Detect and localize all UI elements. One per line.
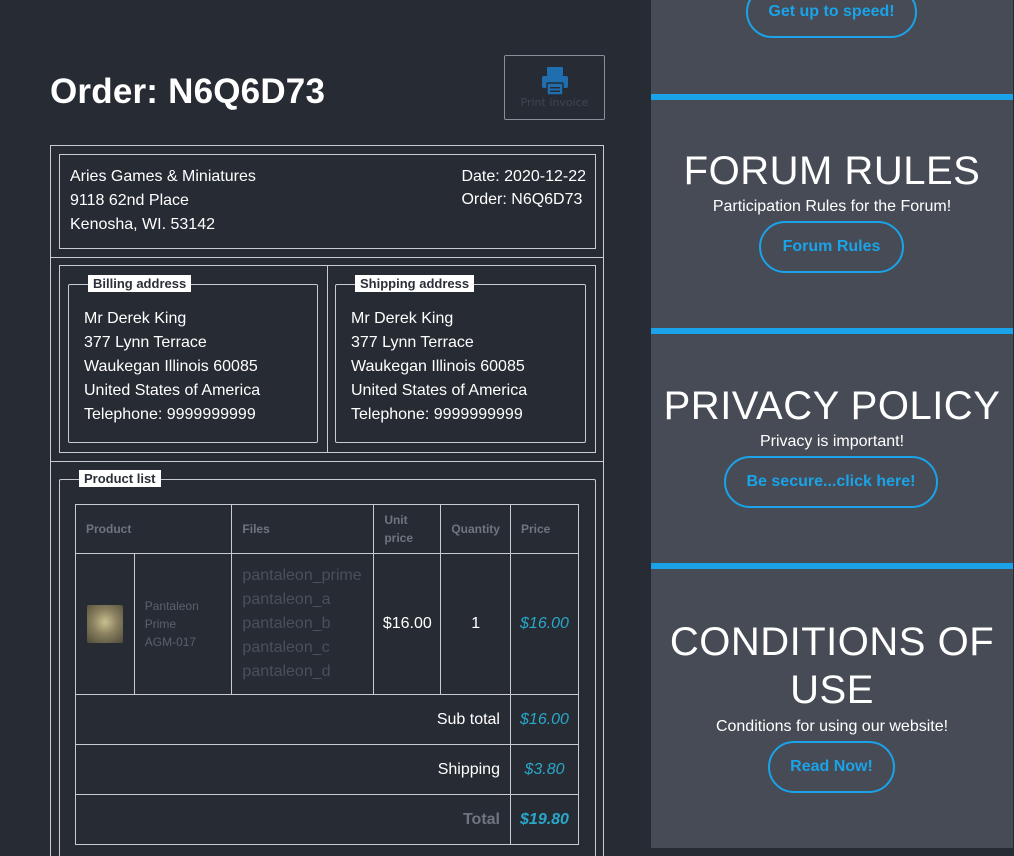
product-thumbnail-cell (75, 553, 135, 695)
file-link[interactable]: pantaleon_d (242, 660, 363, 684)
shop-name: Aries Games & Miniatures (70, 168, 256, 185)
conditions-title-line2: USE (790, 668, 874, 712)
file-link[interactable]: pantaleon_prime (242, 564, 363, 588)
section-separator (651, 94, 1013, 100)
section-separator (651, 328, 1013, 334)
get-up-to-speed-button[interactable]: Get up to speed! (746, 0, 917, 38)
billing-street: 377 Lynn Terrace (84, 334, 207, 351)
address-section: Billing address Mr Derek King 377 Lynn T… (59, 265, 596, 453)
read-now-button[interactable]: Read Now! (768, 741, 895, 793)
privacy-policy-subtitle: Privacy is important! (759, 433, 905, 450)
billing-address-legend: Billing address (88, 275, 192, 292)
conditions-title-line1: CONDITIONS OF (669, 620, 995, 664)
shipping-telephone: Telephone: 9999999999 (351, 406, 523, 423)
shipping-name: Mr Derek King (351, 310, 454, 327)
forum-rules-button[interactable]: Forum Rules (759, 221, 904, 273)
shop-city: Kenosha, WI. 53142 (70, 216, 215, 233)
shipping-row: Shipping $3.80 (75, 744, 580, 795)
shipping-label: Shipping (75, 744, 511, 795)
forum-rules-subtitle: Participation Rules for the Forum! (712, 198, 952, 215)
product-name[interactable]: Pantaleon Prime (145, 597, 222, 633)
table-header-row: Product Files Unit price Quantity Price (74, 504, 580, 554)
column-header-unit-price: Unit price (373, 504, 442, 554)
billing-city: Waukegan Illinois 60085 (84, 358, 258, 375)
billing-address: Billing address Mr Derek King 377 Lynn T… (68, 275, 318, 443)
column-header-product: Product (74, 504, 233, 554)
product-sku: AGM-017 (144, 635, 197, 649)
billing-name: Mr Derek King (84, 310, 187, 327)
shop-street: 9118 62nd Place (70, 192, 189, 209)
shop-info-box: Aries Games & Miniatures 9118 62nd Place… (59, 154, 596, 249)
file-link[interactable]: pantaleon_a (242, 588, 363, 612)
shipping-country: United States of America (351, 382, 528, 399)
shipping-city: Waukegan Illinois 60085 (351, 358, 525, 375)
product-list: Product list Product Files Unit price Qu… (59, 470, 596, 856)
product-files-cell: pantaleon_prime pantaleon_a pantaleon_b … (231, 553, 375, 695)
file-link[interactable]: pantaleon_c (242, 636, 363, 660)
column-header-quantity: Quantity (440, 504, 511, 554)
shipping-value: $3.80 (509, 744, 580, 795)
total-label: Total (75, 794, 511, 845)
page-title: Order: N6Q6D73 (50, 72, 326, 111)
file-link[interactable]: pantaleon_b (242, 612, 363, 636)
shipping-address: Shipping address Mr Derek King 377 Lynn … (335, 275, 586, 443)
subtotal-row: Sub total $16.00 (75, 694, 580, 745)
total-row: Total $19.80 (75, 794, 580, 845)
shop-address: Aries Games & Miniatures 9118 62nd Place… (70, 165, 256, 237)
order-date: Date: 2020-12-22 (461, 168, 586, 185)
subtotal-value: $16.00 (509, 694, 580, 745)
column-header-files: Files (231, 504, 375, 554)
order-number: Order: N6Q6D73 (461, 191, 583, 208)
line-price: $16.00 (509, 553, 580, 695)
forum-rules-title: FORUM RULES (683, 149, 981, 193)
quantity: 1 (440, 553, 511, 695)
print-invoice-label: Print invoice (520, 96, 589, 109)
column-header-price: Price (509, 504, 580, 554)
shipping-address-legend: Shipping address (355, 275, 475, 292)
printer-icon (542, 67, 568, 96)
privacy-policy-title: PRIVACY POLICY (663, 384, 1001, 428)
product-table: Product Files Unit price Quantity Price … (74, 504, 580, 845)
billing-telephone: Telephone: 9999999999 (84, 406, 256, 423)
conditions-subtitle: Conditions for using our website! (715, 718, 949, 735)
table-row: Pantaleon Prime AGM-017 pantaleon_prime … (75, 553, 580, 695)
sidebar: Get up to speed! FORUM RULES Participati… (651, 0, 1013, 848)
divider (51, 461, 603, 462)
section-separator (651, 563, 1013, 569)
total-value: $19.80 (509, 794, 580, 845)
shipping-street: 377 Lynn Terrace (351, 334, 474, 351)
subtotal-label: Sub total (75, 694, 511, 745)
product-name-cell: Pantaleon Prime AGM-017 (133, 553, 233, 695)
order-meta: Date: 2020-12-22 Order: N6Q6D73 (461, 165, 586, 211)
product-list-legend: Product list (79, 470, 161, 487)
divider (51, 257, 603, 258)
print-invoice-button[interactable]: Print invoice (504, 55, 605, 120)
billing-country: United States of America (84, 382, 261, 399)
privacy-policy-button[interactable]: Be secure...click here! (724, 456, 938, 508)
invoice: Aries Games & Miniatures 9118 62nd Place… (50, 145, 604, 856)
divider (327, 266, 328, 452)
unit-price: $16.00 (373, 553, 442, 695)
product-thumbnail[interactable] (86, 605, 123, 643)
